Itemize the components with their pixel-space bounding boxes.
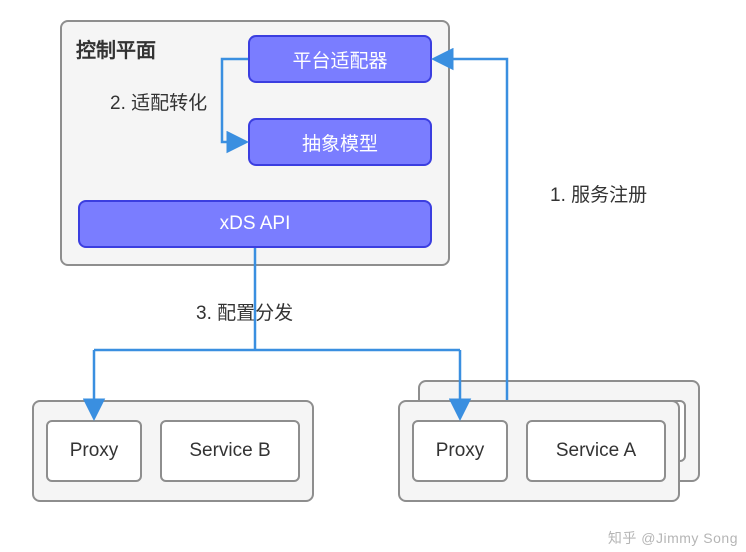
config-dispatch-annotation: 3. 配置分发 — [196, 298, 293, 325]
proxy-a-block: Proxy — [412, 420, 508, 482]
watermark-text: 知乎 @Jimmy Song — [608, 528, 738, 548]
platform-adapter-block: 平台适配器 — [248, 35, 432, 83]
platform-adapter-label: 平台适配器 — [292, 46, 387, 73]
xds-api-block: xDS API — [78, 200, 432, 248]
service-a-block: Service A — [526, 420, 666, 482]
service-a-label: Service A — [556, 440, 636, 462]
abstract-model-label: 抽象模型 — [302, 129, 378, 156]
adapt-annotation: 2. 适配转化 — [110, 88, 207, 115]
abstract-model-block: 抽象模型 — [248, 118, 432, 166]
control-plane-title: 控制平面 — [76, 34, 156, 63]
proxy-a-label: Proxy — [436, 440, 485, 462]
proxy-b-label: Proxy — [70, 440, 119, 462]
xds-api-label: xDS API — [220, 213, 291, 235]
service-b-block: Service B — [160, 420, 300, 482]
service-register-annotation: 1. 服务注册 — [550, 180, 647, 207]
service-b-label: Service B — [189, 440, 270, 462]
proxy-b-block: Proxy — [46, 420, 142, 482]
